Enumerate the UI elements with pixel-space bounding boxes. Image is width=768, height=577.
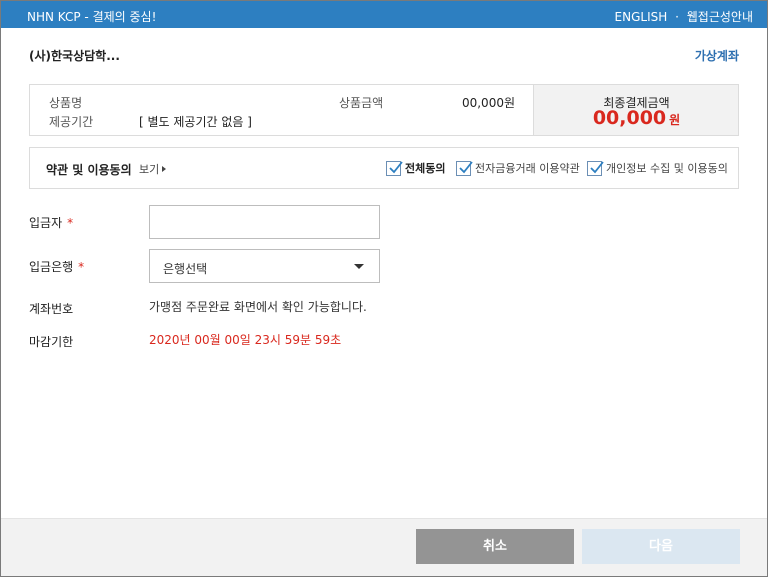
- agree-efinance-checkbox[interactable]: 전자금융거래 이용약관: [456, 160, 580, 176]
- checkbox-checked-icon: [386, 160, 403, 176]
- total-amount-value: 00,000: [592, 107, 667, 129]
- agree-privacy-label: 개인정보 수집 및 이용동의: [606, 162, 728, 175]
- brand-title: NHN KCP - 결제의 중심!: [27, 10, 157, 24]
- deadline-value: 2020년 00월 00일 23시 59분 59초: [149, 333, 342, 347]
- depositor-input[interactable]: [149, 205, 380, 239]
- next-button[interactable]: 다음: [582, 529, 740, 564]
- terms-title: 약관 및 이용동의: [46, 163, 132, 177]
- period-value: [ 별도 제공기간 없음 ]: [139, 115, 252, 129]
- deadline-label: 마감기한: [29, 335, 74, 349]
- total-amount: 00,000 원: [534, 107, 739, 129]
- accessibility-link[interactable]: 웹접근성안내: [687, 10, 753, 24]
- product-amount-label: 상품금액: [339, 96, 384, 110]
- agree-all-checkbox[interactable]: 전체동의: [386, 160, 445, 176]
- required-mark: *: [67, 216, 74, 230]
- payment-method-label: 가상계좌: [694, 49, 739, 63]
- terms-view-label: 보기: [139, 163, 160, 176]
- bank-label-text: 입금은행: [29, 260, 74, 274]
- arrow-right-icon: [162, 166, 167, 172]
- title-links: ENGLISH · 웹접근성안내: [615, 8, 753, 25]
- account-value: 가맹점 주문완료 화면에서 확인 가능합니다.: [149, 300, 367, 314]
- terms-section: 약관 및 이용동의 보기 전체동의 전자금융거래 이용약관 개인정보 수집 및 …: [29, 147, 739, 189]
- merchant-name: (사)한국상담학...: [29, 49, 120, 63]
- title-bar: NHN KCP - 결제의 중심! ENGLISH · 웹접근성안내: [1, 1, 767, 28]
- agree-all-label: 전체동의: [405, 162, 446, 175]
- depositor-label: 입금자 *: [29, 214, 73, 231]
- checkbox-checked-icon: [456, 160, 473, 176]
- agree-privacy-checkbox[interactable]: 개인정보 수집 및 이용동의: [587, 160, 728, 176]
- cancel-button[interactable]: 취소: [416, 529, 574, 564]
- footer-bar: 취소 다음: [1, 518, 767, 576]
- total-amount-unit: 원: [669, 113, 681, 127]
- bank-select[interactable]: 은행선택: [149, 249, 380, 283]
- product-amount-value: 00,000원: [461, 96, 515, 110]
- account-label: 계좌번호: [29, 302, 74, 316]
- depositor-label-text: 입금자: [29, 216, 63, 230]
- title-separator: ·: [675, 10, 679, 24]
- product-name-label: 상품명: [49, 96, 83, 110]
- checkbox-checked-icon: [587, 160, 604, 176]
- agree-efinance-label: 전자금융거래 이용약관: [475, 162, 580, 175]
- period-label: 제공기간: [49, 115, 94, 129]
- bank-select-value: 은행선택: [163, 262, 208, 276]
- bank-label: 입금은행 *: [29, 258, 84, 275]
- terms-view-link[interactable]: 보기: [139, 161, 167, 177]
- order-summary: 상품명 제공기간 [ 별도 제공기간 없음 ] 상품금액 00,000원 최종결…: [29, 84, 739, 136]
- english-link[interactable]: ENGLISH: [615, 10, 668, 24]
- total-amount-box: 최종결제금액 00,000 원: [533, 85, 738, 135]
- required-mark: *: [78, 260, 85, 274]
- caret-down-icon: [354, 264, 364, 269]
